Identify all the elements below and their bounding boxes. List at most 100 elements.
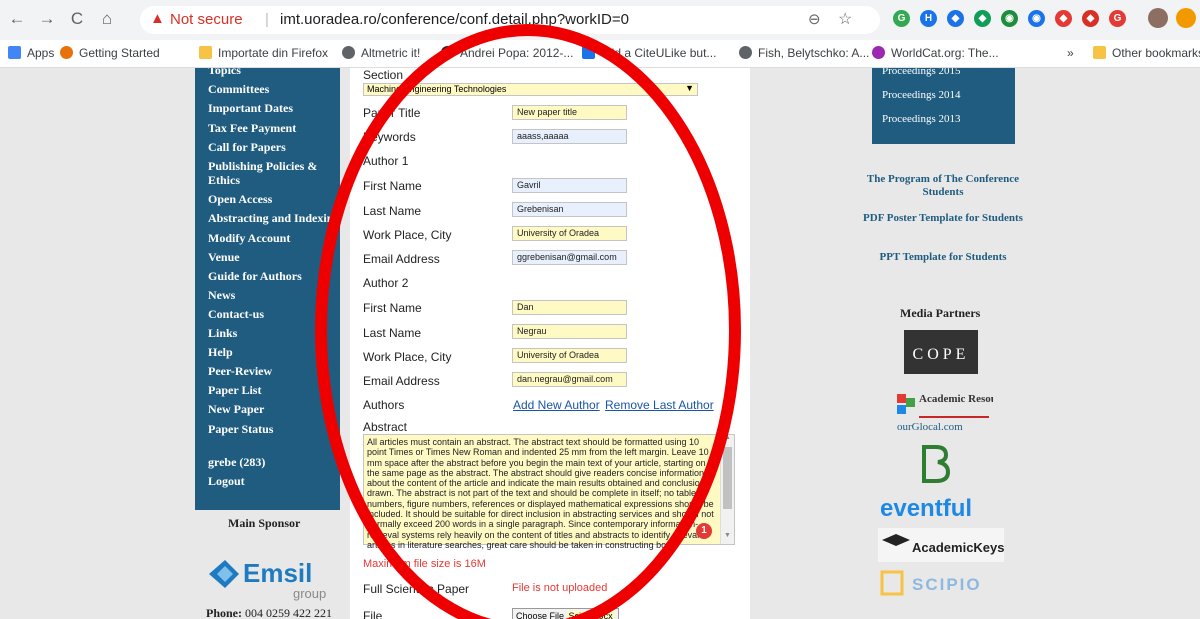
grammar-check-badge[interactable]: 1 (696, 523, 712, 539)
author2-first-name-input[interactable]: Dan (512, 300, 627, 315)
remove-author-link[interactable]: Remove Last Author (605, 398, 714, 412)
last-name-label: Last Name (363, 204, 422, 218)
extension-icon[interactable]: G (893, 10, 910, 27)
bookmark-folder[interactable]: Importate din Firefox (199, 46, 328, 60)
author1-first-name-input[interactable]: Gavril (512, 178, 627, 193)
url-separator: | (265, 11, 269, 28)
paper-title-input[interactable]: New paper title (512, 105, 627, 120)
file-name: Scie...docx (566, 611, 615, 619)
nav-item-call-for-papers[interactable]: Call for Papers (208, 141, 286, 154)
extension-icon[interactable]: H (920, 10, 937, 27)
user-account-label[interactable]: grebe (283) (208, 456, 265, 469)
nav-item-modify-account[interactable]: Modify Account (208, 232, 290, 245)
bookmarks-overflow[interactable]: » (1067, 46, 1074, 60)
full-paper-label: Full Scientific Paper (363, 582, 470, 596)
nav-item-publishing-policies[interactable]: Publishing Policies & (208, 160, 317, 173)
author1-email-input[interactable]: ggrebenisan@gmail.com (512, 250, 627, 265)
nav-item-topics[interactable]: Topics (208, 68, 241, 77)
cope-logo[interactable]: COPE (904, 330, 978, 374)
file-label: File (363, 609, 383, 619)
extension-icon[interactable]: ◆ (1082, 10, 1099, 27)
add-author-link[interactable]: Add New Author (513, 398, 600, 412)
program-link[interactable]: The Program of The Conference Students (863, 173, 1023, 199)
address-bar[interactable]: ▲ Not secure | imt.uoradea.ro/conference… (140, 6, 880, 34)
logout-link[interactable]: Logout (208, 475, 245, 488)
home-icon[interactable]: ⌂ (96, 8, 118, 30)
ppt-template-link[interactable]: PPT Template for Students (863, 251, 1023, 264)
reload-icon[interactable]: C (66, 8, 88, 30)
nav-item-tax-fee-payment[interactable]: Tax Fee Payment (208, 122, 296, 135)
bookmark-item[interactable]: Getting Started (60, 46, 160, 60)
extension-icon[interactable]: ◉ (1028, 10, 1045, 27)
nav-item-important-dates[interactable]: Important Dates (208, 102, 293, 115)
globe-icon (342, 46, 355, 59)
bookmark-item[interactable]: Fish, Belytschko: A... (739, 46, 869, 60)
forward-icon[interactable]: → (36, 8, 58, 30)
nav-item-guide-for-authors[interactable]: Guide for Authors (208, 270, 302, 283)
poster-template-link[interactable]: PDF Poster Template for Students (863, 212, 1023, 225)
sponsor-logo[interactable]: Emsil group (203, 538, 333, 604)
academic-resources-text: Academic Resources (919, 393, 993, 405)
academickeys-logo[interactable]: AcademicKeys (878, 528, 1004, 562)
url-text[interactable]: imt.uoradea.ro/conference/conf.detail.ph… (280, 11, 629, 28)
sponsor-phone: Phone: 004 0259 422 221 (206, 606, 332, 619)
scipio-logo[interactable]: SCIPIO (880, 568, 1000, 598)
choose-file-button[interactable]: Choose File Scie...docx (512, 608, 619, 619)
scroll-thumb[interactable] (723, 447, 732, 509)
abstract-scrollbar[interactable]: ▲ ▼ (720, 434, 734, 544)
nav-item-links[interactable]: Links (208, 327, 237, 340)
extension-icon[interactable]: ◉ (1001, 10, 1018, 27)
nav-item-peer-review[interactable]: Peer-Review (208, 365, 272, 378)
abstract-label: Abstract (363, 420, 408, 434)
proceedings-link[interactable]: Proceedings 2013 (882, 113, 961, 125)
bookmark-item[interactable]: Andrei Popa: 2012-... (441, 46, 573, 60)
author2-last-name-input[interactable]: Negrau (512, 324, 627, 339)
bookmark-item[interactable]: add a CiteULike but... (582, 46, 716, 60)
author1-workplace-input[interactable]: University of Oradea (512, 226, 627, 241)
proceedings-link[interactable]: Proceedings 2015 (882, 68, 961, 77)
section-select[interactable]: Machine Engineering Technologies ▼ (363, 83, 698, 96)
partner-logo[interactable] (920, 443, 952, 483)
nav-item-committees[interactable]: Committees (208, 83, 269, 96)
author1-last-name-input[interactable]: Grebenisan (512, 202, 627, 217)
other-bookmarks[interactable]: Other bookmarks (1093, 46, 1200, 60)
scroll-down-icon[interactable]: ▼ (724, 532, 731, 539)
nav-item-abstracting[interactable]: Abstracting and Indexing (208, 212, 339, 225)
extension-icon[interactable]: ◆ (947, 10, 964, 27)
scroll-up-icon[interactable]: ▲ (724, 434, 731, 441)
scipio-text: SCIPIO (912, 575, 982, 594)
last-name-label: Last Name (363, 326, 422, 340)
nav-item-open-access[interactable]: Open Access (208, 193, 272, 206)
update-icon[interactable] (1176, 8, 1196, 28)
browser-toolbar: ← → C ⌂ ▲ Not secure | imt.uoradea.ro/co… (0, 0, 1200, 40)
nav-item-new-paper[interactable]: New Paper (208, 403, 264, 416)
academic-resources-logo[interactable]: Academic Resources ourGlocal.com (893, 388, 993, 434)
proceedings-link[interactable]: Proceedings 2014 (882, 89, 961, 101)
eventful-logo[interactable]: eventful (880, 495, 972, 523)
extension-icon[interactable]: ◆ (974, 10, 991, 27)
author2-email-input[interactable]: dan.negrau@gmail.com (512, 372, 627, 387)
apps-grid-icon (8, 46, 21, 59)
author2-workplace-input[interactable]: University of Oradea (512, 348, 627, 363)
bookmark-item[interactable]: WorldCat.org: The... (872, 46, 999, 60)
nav-item-paper-list[interactable]: Paper List (208, 384, 261, 397)
back-icon[interactable]: ← (6, 8, 28, 30)
bookmark-item[interactable]: Altmetric it! (342, 46, 420, 60)
nav-item-help[interactable]: Help (208, 346, 233, 359)
extension-icon[interactable]: ◆ (1055, 10, 1072, 27)
zoom-icon[interactable]: ⊖ (808, 10, 821, 28)
nav-item-paper-status[interactable]: Paper Status (208, 423, 273, 436)
sponsor-logo-text: Emsil (243, 558, 312, 588)
avatar[interactable] (1148, 8, 1168, 28)
bookmark-apps[interactable]: Apps (8, 46, 54, 60)
security-label[interactable]: Not secure (170, 11, 243, 28)
nav-item-news[interactable]: News (208, 289, 235, 302)
keywords-input[interactable]: aaass,aaaaa (512, 129, 627, 144)
nav-item-contact[interactable]: Contact-us (208, 308, 264, 321)
bookmark-star-icon[interactable]: ☆ (838, 9, 852, 29)
nav-item-venue[interactable]: Venue (208, 251, 240, 264)
abstract-textarea[interactable]: All articles must contain an abstract. T… (363, 434, 735, 550)
cope-logo-text: COPE (913, 346, 970, 363)
nav-item-publishing-policies[interactable]: Ethics (208, 174, 240, 187)
extension-icon[interactable]: G (1109, 10, 1126, 27)
